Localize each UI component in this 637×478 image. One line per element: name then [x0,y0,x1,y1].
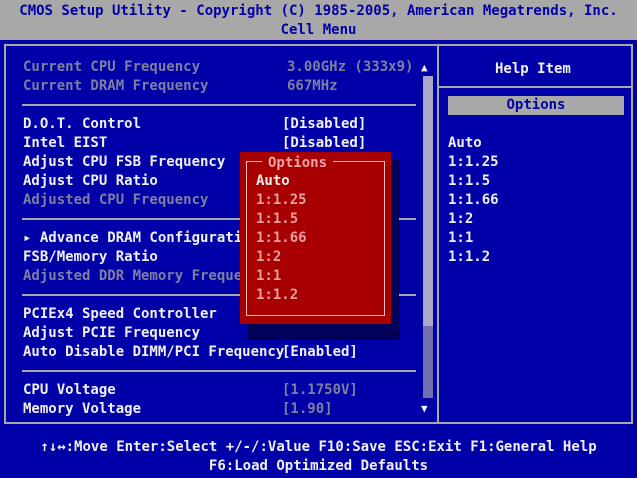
scroll-up-arrow-icon[interactable]: ▲ [421,62,428,74]
popup-option-1-1-2[interactable]: 1:1.2 [256,286,298,305]
help-item: 1:2 [448,211,474,227]
info-label-dram-freq: Current DRAM Frequency [23,78,209,94]
help-divider [437,44,439,424]
help-item: 1:1 [448,230,474,246]
scroll-down-arrow-icon[interactable]: ▼ [421,403,428,415]
popup-option-1-1-66[interactable]: 1:1.66 [256,229,307,248]
options-popup-title: Options [262,154,334,173]
setting-dot-control[interactable]: D.O.T. Control [23,115,141,134]
menu-title: Cell Menu [280,22,357,38]
value-cpu-voltage[interactable]: [1.1750V] [282,381,358,400]
setting-fsb-memory-ratio[interactable]: FSB/Memory Ratio [23,248,158,267]
setting-adjusted-cpu-freq: Adjusted CPU Frequency [23,192,209,208]
popup-option-1-1-25[interactable]: 1:1.25 [256,191,307,210]
setting-advance-dram[interactable]: ▸ Advance DRAM Configuratio [23,229,251,248]
info-value-cpu-freq: 3.00GHz (333x9) [287,59,414,75]
help-item: 1:1.2 [448,249,491,265]
info-value-dram-freq: 667MHz [287,78,338,94]
setting-pciex4-speed[interactable]: PCIEx4 Speed Controller [23,305,217,324]
help-divider-line [439,86,631,88]
popup-option-1-2[interactable]: 1:2 [256,248,281,267]
setting-adjust-pcie-freq[interactable]: Adjust PCIE Frequency [23,324,200,343]
setting-intel-eist[interactable]: Intel EIST [23,134,107,153]
value-memory-voltage[interactable]: [1.90] [282,400,333,419]
popup-option-1-1[interactable]: 1:1 [256,267,281,286]
popup-shadow [248,324,399,340]
setting-adjusted-ddr-freq: Adjusted DDR Memory Frequen [23,268,251,284]
scrollbar-thumb[interactable] [423,76,433,326]
setting-auto-disable-dimm[interactable]: Auto Disable DIMM/PCI Frequency [23,343,284,362]
help-item: 1:1.25 [448,154,499,170]
popup-option-auto[interactable]: Auto [256,172,290,191]
popup-shadow [391,160,399,340]
divider [22,104,416,106]
info-label-cpu-freq: Current CPU Frequency [23,59,201,75]
footer-key-help: ↑↓↔:Move Enter:Select +/-/:Value F10:Sav… [40,439,597,455]
help-item: 1:1.66 [448,192,499,208]
help-options-label: Options [506,97,566,113]
help-item: Auto [448,135,482,151]
help-title: Help Item [495,61,571,77]
setting-cpu-voltage[interactable]: CPU Voltage [23,381,116,400]
footer-defaults-hint: F6:Load Optimized Defaults [208,458,429,474]
setting-adjust-cpu-ratio[interactable]: Adjust CPU Ratio [23,172,158,191]
value-auto-disable-dimm[interactable]: [Enabled] [282,343,358,362]
value-intel-eist[interactable]: [Disabled] [282,134,366,153]
popup-option-1-1-5[interactable]: 1:1.5 [256,210,298,229]
app-title: CMOS Setup Utility - Copyright (C) 1985-… [19,3,618,19]
setting-adjust-cpu-fsb[interactable]: Adjust CPU FSB Frequency [23,153,225,172]
value-dot-control[interactable]: [Disabled] [282,115,366,134]
divider [22,370,416,372]
help-item: 1:1.5 [448,173,491,189]
setting-memory-voltage[interactable]: Memory Voltage [23,400,141,419]
